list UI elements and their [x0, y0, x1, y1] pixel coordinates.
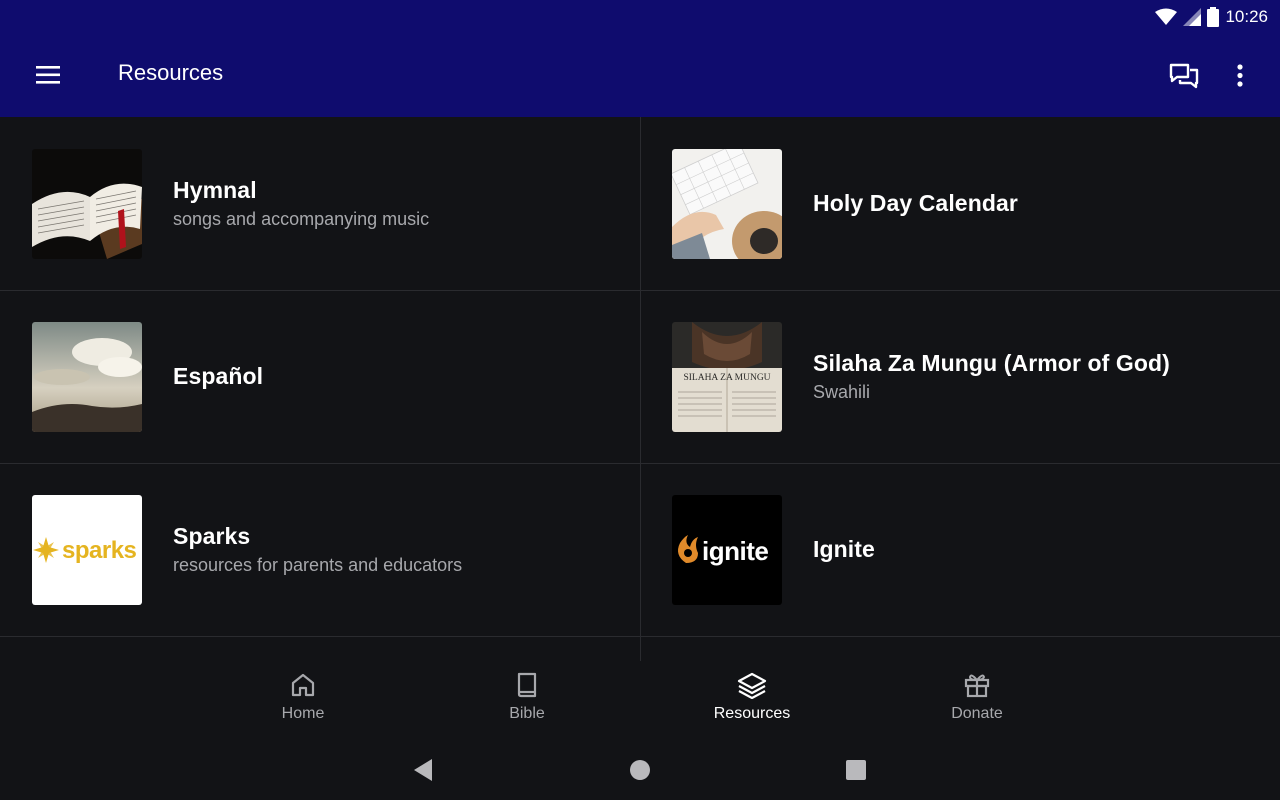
- nav-bible[interactable]: Bible: [457, 671, 597, 731]
- row-divider: [0, 636, 1280, 637]
- app-bar: 10:26 Resources: [0, 0, 1280, 117]
- sparks-thumb-caption: sparks: [62, 537, 137, 564]
- chat-icon: [1169, 63, 1199, 89]
- nav-donate[interactable]: Donate: [907, 671, 1047, 731]
- system-back-button[interactable]: [409, 755, 439, 785]
- nav-label: Resources: [713, 705, 791, 722]
- resource-grid: Hymnal songs and accompanying music Holy…: [0, 117, 1280, 661]
- holy-day-calendar-thumbnail: [672, 149, 782, 259]
- espanol-thumbnail: [32, 322, 142, 432]
- status-bar: 10:26: [1155, 4, 1268, 30]
- home-icon: [291, 673, 315, 697]
- resource-title: Español: [173, 363, 264, 389]
- resource-subtitle: resources for parents and educators: [173, 555, 463, 575]
- status-time: 10:26: [1225, 7, 1268, 26]
- gift-icon: [964, 674, 990, 698]
- ignite-thumb-caption: ignite: [702, 536, 768, 566]
- menu-button[interactable]: [28, 58, 68, 92]
- system-home-button[interactable]: [625, 755, 655, 785]
- resource-item-espanol[interactable]: Español: [0, 290, 640, 463]
- resource-title: Sparks: [173, 523, 251, 549]
- silaha-thumb-caption: SILAHA ZA MUNGU: [683, 373, 770, 383]
- system-recents-button[interactable]: [841, 755, 871, 785]
- resource-subtitle: songs and accompanying music: [173, 209, 430, 229]
- layers-icon: [737, 672, 767, 699]
- hamburger-icon: [36, 66, 60, 84]
- more-options-button[interactable]: [1226, 58, 1254, 94]
- signal-icon: [1183, 8, 1202, 26]
- recents-square-icon: [846, 760, 866, 780]
- resource-item-sparks[interactable]: sparks Sparks resources for parents and …: [0, 463, 640, 636]
- sparks-thumbnail: sparks: [32, 495, 142, 605]
- resource-item-hymnal[interactable]: Hymnal songs and accompanying music: [0, 117, 640, 290]
- resource-item-holy-day-calendar[interactable]: Holy Day Calendar: [640, 117, 1280, 290]
- nav-home[interactable]: Home: [233, 671, 373, 731]
- resource-title: Ignite: [813, 536, 875, 562]
- more-vert-icon: [1237, 64, 1243, 87]
- nav-label: Home: [281, 705, 325, 722]
- resource-title: Holy Day Calendar: [813, 190, 1018, 216]
- ignite-thumbnail: ignite: [672, 495, 782, 605]
- nav-label: Donate: [951, 705, 1003, 722]
- resource-item-ignite[interactable]: ignite Ignite: [640, 463, 1280, 636]
- resource-item-silaha-za-mungu[interactable]: SILAHA ZA MUNGU Silaha Za Mungu (Armor o…: [640, 290, 1280, 463]
- nav-resources[interactable]: Resources: [682, 671, 822, 731]
- home-circle-icon: [630, 760, 650, 780]
- wifi-icon: [1155, 8, 1178, 25]
- battery-icon: [1207, 7, 1220, 27]
- system-navigation-bar: [0, 741, 1280, 800]
- back-triangle-icon: [414, 759, 432, 781]
- chat-button[interactable]: [1166, 58, 1202, 94]
- resource-title: Silaha Za Mungu (Armor of God): [813, 350, 1170, 376]
- silaha-za-mungu-thumbnail: SILAHA ZA MUNGU: [672, 322, 782, 432]
- page-title: Resources: [118, 60, 224, 85]
- resource-subtitle: Swahili: [813, 382, 871, 402]
- nav-label: Bible: [509, 705, 545, 722]
- bottom-navigation: Home Bible Resources Donate: [0, 661, 1280, 741]
- resource-title: Hymnal: [173, 177, 257, 203]
- book-icon: [517, 672, 537, 698]
- hymnal-thumbnail: [32, 149, 142, 259]
